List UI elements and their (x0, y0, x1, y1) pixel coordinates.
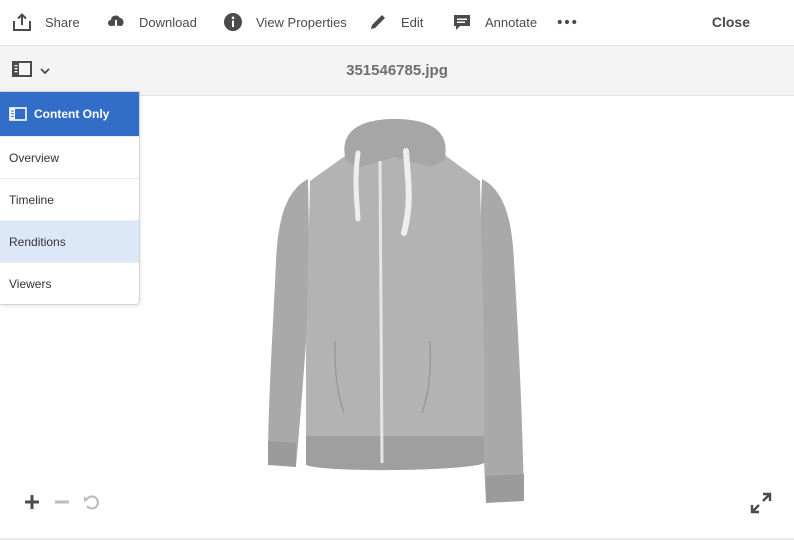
annotate-button[interactable]: Annotate (452, 0, 537, 44)
plus-icon (24, 494, 40, 515)
view-mode-menu: Content Only Overview Timeline Rendition… (0, 91, 140, 305)
comment-icon (452, 12, 472, 32)
share-label: Share (45, 14, 80, 30)
menu-item-label: Timeline (9, 192, 54, 207)
menu-item-content-only[interactable]: Content Only (0, 92, 139, 136)
cloud-download-icon (106, 12, 126, 32)
fullscreen-icon (750, 492, 772, 518)
view-properties-label: View Properties (256, 14, 347, 30)
fullscreen-button[interactable] (750, 492, 772, 514)
close-button[interactable]: Close (712, 0, 750, 44)
reset-zoom-button[interactable] (82, 494, 102, 514)
minus-icon (54, 494, 70, 515)
more-button[interactable] (557, 0, 590, 44)
title-bar: 351546785.jpg (0, 46, 794, 96)
menu-item-label: Content Only (34, 107, 110, 121)
annotate-label: Annotate (485, 14, 538, 30)
zoom-out-button[interactable] (52, 494, 72, 514)
asset-image (240, 101, 550, 531)
edit-label: Edit (401, 14, 424, 30)
menu-item-label: Viewers (9, 276, 52, 291)
download-label: Download (139, 14, 197, 30)
menu-item-timeline[interactable]: Timeline (0, 178, 139, 220)
edit-button[interactable]: Edit (368, 0, 423, 44)
pencil-icon (368, 12, 388, 32)
rail-toggle-icon (12, 60, 32, 83)
page-title: 351546785.jpg (346, 62, 448, 79)
reset-icon (83, 493, 101, 516)
download-button[interactable]: Download (106, 0, 197, 44)
chevron-down-icon (40, 62, 50, 80)
rail-icon (9, 107, 27, 121)
view-properties-button[interactable]: View Properties (223, 0, 347, 44)
action-bar: Share Download View Properties Edit Anno… (0, 0, 794, 46)
menu-item-overview[interactable]: Overview (0, 136, 139, 178)
rail-toggle-button[interactable] (12, 60, 50, 82)
menu-item-label: Overview (9, 150, 60, 165)
menu-item-renditions[interactable]: Renditions (0, 220, 139, 262)
info-icon (223, 12, 243, 32)
share-icon (12, 12, 32, 32)
menu-item-label: Renditions (9, 234, 66, 249)
more-icon (557, 12, 577, 32)
menu-item-viewers[interactable]: Viewers (0, 262, 139, 304)
zoom-in-button[interactable] (22, 494, 42, 514)
share-button[interactable]: Share (12, 0, 80, 44)
